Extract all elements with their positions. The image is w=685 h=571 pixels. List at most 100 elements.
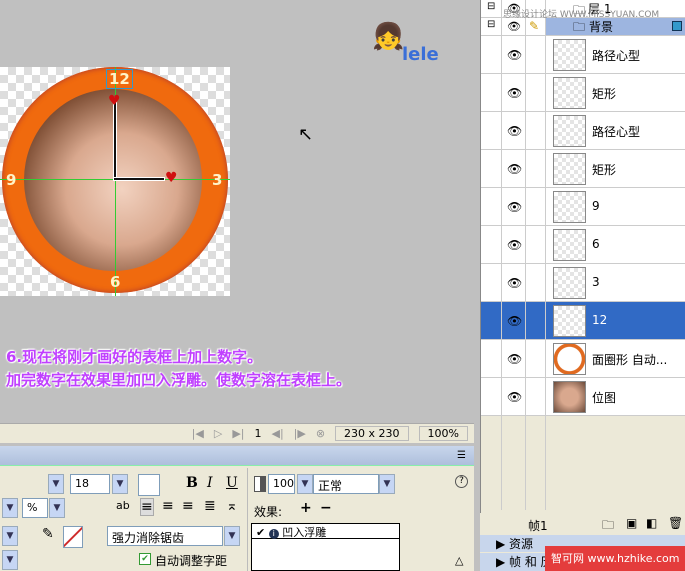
panel-menu-icon[interactable]: ☰ <box>457 450 466 461</box>
new-folder-icon[interactable]: 🗀 <box>602 516 614 537</box>
layer-row[interactable]: 👁 12 <box>481 302 685 340</box>
group-name: 背景 <box>589 20 614 34</box>
eye-icon[interactable]: 👁 <box>507 390 522 404</box>
collapse-icon[interactable]: ⊟ <box>487 19 495 30</box>
italic-button[interactable]: I <box>207 475 213 491</box>
hour-hand <box>113 177 165 181</box>
auto-kern-checkbox[interactable]: ✔ <box>139 553 151 565</box>
expand-icon[interactable]: △ <box>455 554 463 567</box>
unit-input[interactable]: % <box>22 498 48 518</box>
layer-name: 面圈形 自动... <box>592 353 668 367</box>
first-frame-icon[interactable]: |◀ <box>192 427 204 440</box>
layer-thumbnail <box>553 305 586 337</box>
pencil-icon[interactable]: ✎ <box>529 19 539 33</box>
canvas-size[interactable]: 230 x 230 <box>335 426 409 441</box>
opacity-dropdown[interactable]: ▼ <box>297 474 313 494</box>
bold-button[interactable]: B <box>186 475 198 491</box>
leading-dropdown[interactable]: ▼ <box>2 498 18 518</box>
eye-icon[interactable]: 👁 <box>507 200 522 214</box>
help-icon[interactable]: ? <box>455 475 468 488</box>
font-size-dropdown[interactable]: ▼ <box>112 474 128 494</box>
layer-row[interactable]: 👁 位图 <box>481 378 685 416</box>
add-effect-icon[interactable]: + <box>300 500 312 516</box>
trash-icon[interactable]: 🗑 <box>668 516 683 530</box>
eye-icon[interactable]: 👁 <box>507 352 522 366</box>
eye-icon[interactable]: 👁 <box>507 276 522 290</box>
anti-alias-dropdown[interactable]: ▼ <box>224 526 240 546</box>
blend-mode-dropdown[interactable]: ▼ <box>379 474 395 494</box>
eye-icon[interactable]: 👁 <box>507 314 522 328</box>
checkmark-icon[interactable]: ✔ <box>256 526 265 539</box>
auto-kern-label: 自动调整字距 <box>155 554 228 568</box>
stretch-icon[interactable]: ⌅ <box>226 498 238 514</box>
layer-name: 矩形 <box>592 87 617 101</box>
anti-alias-select[interactable]: 强力消除锯齿 <box>107 526 223 546</box>
number-3[interactable]: 3 <box>212 171 222 189</box>
collapse-icon[interactable]: ⊟ <box>487 1 495 12</box>
selection-indicator <box>672 21 682 31</box>
play-icon[interactable]: ▷ <box>214 427 222 440</box>
layer-row[interactable]: 👁 路径心型 <box>481 36 685 74</box>
underline-button[interactable]: U <box>226 475 238 491</box>
last-frame-icon[interactable]: ▶| <box>232 427 244 440</box>
layer-row[interactable]: 👁 9 <box>481 188 685 226</box>
remove-effect-icon[interactable]: − <box>320 500 332 516</box>
number-9[interactable]: 9 <box>6 171 16 189</box>
justify-icon[interactable]: ≣ <box>204 498 216 514</box>
layer-row[interactable]: 👁 路径心型 <box>481 112 685 150</box>
heart-icon: ♥ <box>108 93 121 109</box>
clock-document[interactable]: ♥ ♥ 12 9 3 6 <box>0 67 230 296</box>
document-statusbar: |◀ ▷ ▶| 1 ◀| |▶ ⊗ 230 x 230 100% <box>0 423 474 443</box>
layer-row[interactable]: 👁 矩形 <box>481 150 685 188</box>
effect-item[interactable]: ✔ i 凹入浮雕 <box>252 524 399 539</box>
align-right-icon[interactable]: ≡ <box>182 498 194 514</box>
prev-frame-icon[interactable]: ◀| <box>271 427 283 440</box>
eye-icon[interactable]: 👁 <box>507 48 522 62</box>
text-color-swatch[interactable] <box>138 474 160 496</box>
next-frame-icon[interactable]: |▶ <box>294 427 306 440</box>
layer-name: 9 <box>592 199 600 213</box>
stroke-color-swatch[interactable] <box>63 526 83 548</box>
effects-list[interactable]: ✔ i 凹入浮雕 <box>251 523 400 571</box>
eye-icon[interactable]: 👁 <box>507 162 522 176</box>
logo-text: lele <box>402 44 439 65</box>
layer-row[interactable]: 👁 3 <box>481 264 685 302</box>
frame-number: 1 <box>254 427 262 440</box>
baseline-dropdown[interactable]: ▼ <box>2 526 18 546</box>
layer-thumbnail <box>553 229 586 261</box>
eye-icon[interactable]: 👁 <box>507 20 521 33</box>
document-canvas[interactable]: 👧 lele ♥ ♥ 12 9 3 6 ↖ 6.现在将刚才画好的表框上加上数字。… <box>0 0 474 444</box>
layer-row[interactable]: 👁 6 <box>481 226 685 264</box>
duplicate-layer-icon[interactable]: ◧ <box>646 516 657 530</box>
layer-row[interactable]: 👁 面圈形 自动... <box>481 340 685 378</box>
opacity-icon <box>254 476 266 492</box>
align-center-icon[interactable]: ≡ <box>162 498 174 514</box>
doll-icon: 👧 <box>372 22 405 52</box>
eye-icon[interactable]: 👁 <box>507 238 522 252</box>
layer-thumbnail <box>553 115 586 147</box>
layer-row[interactable]: 👁 矩形 <box>481 74 685 112</box>
align-left-icon[interactable]: ≡ <box>140 498 154 516</box>
unit-dropdown[interactable]: ▼ <box>49 498 65 518</box>
text-orientation-icon[interactable]: ab <box>116 499 130 512</box>
new-layer-icon[interactable]: ▣ <box>626 516 637 530</box>
layer-thumbnail <box>553 381 586 413</box>
font-dropdown[interactable]: ▼ <box>48 474 64 494</box>
eye-icon[interactable]: 👁 <box>507 86 522 100</box>
spacing-dropdown[interactable]: ▼ <box>2 550 18 570</box>
number-6[interactable]: 6 <box>110 273 120 291</box>
zoom-select[interactable]: 100% <box>418 426 468 441</box>
info-icon[interactable]: i <box>268 529 279 539</box>
stop-icon[interactable]: ⊗ <box>316 427 325 440</box>
font-size-input[interactable]: 18 <box>70 474 110 494</box>
layers-panel: ⊟ 👁 🗀 层 1 ⊟ 👁 ✎ 🗀 背景 思缘设计论坛 WWW.MISSYUAN… <box>480 0 685 571</box>
effect-name: 凹入浮雕 <box>282 526 327 539</box>
blend-mode-select[interactable]: 正常 <box>313 474 379 494</box>
eye-icon[interactable]: 👁 <box>507 124 522 138</box>
number-12[interactable]: 12 <box>106 69 133 89</box>
watermark-text: 思缘设计论坛 WWW.MISSYUAN.COM <box>503 10 660 20</box>
pencil-icon[interactable]: ✎ <box>42 526 54 542</box>
layer-thumbnail <box>553 191 586 223</box>
opacity-input[interactable]: 100 <box>268 474 295 494</box>
layer-group-row[interactable]: ⊟ 👁 ✎ 🗀 背景 <box>481 18 685 36</box>
